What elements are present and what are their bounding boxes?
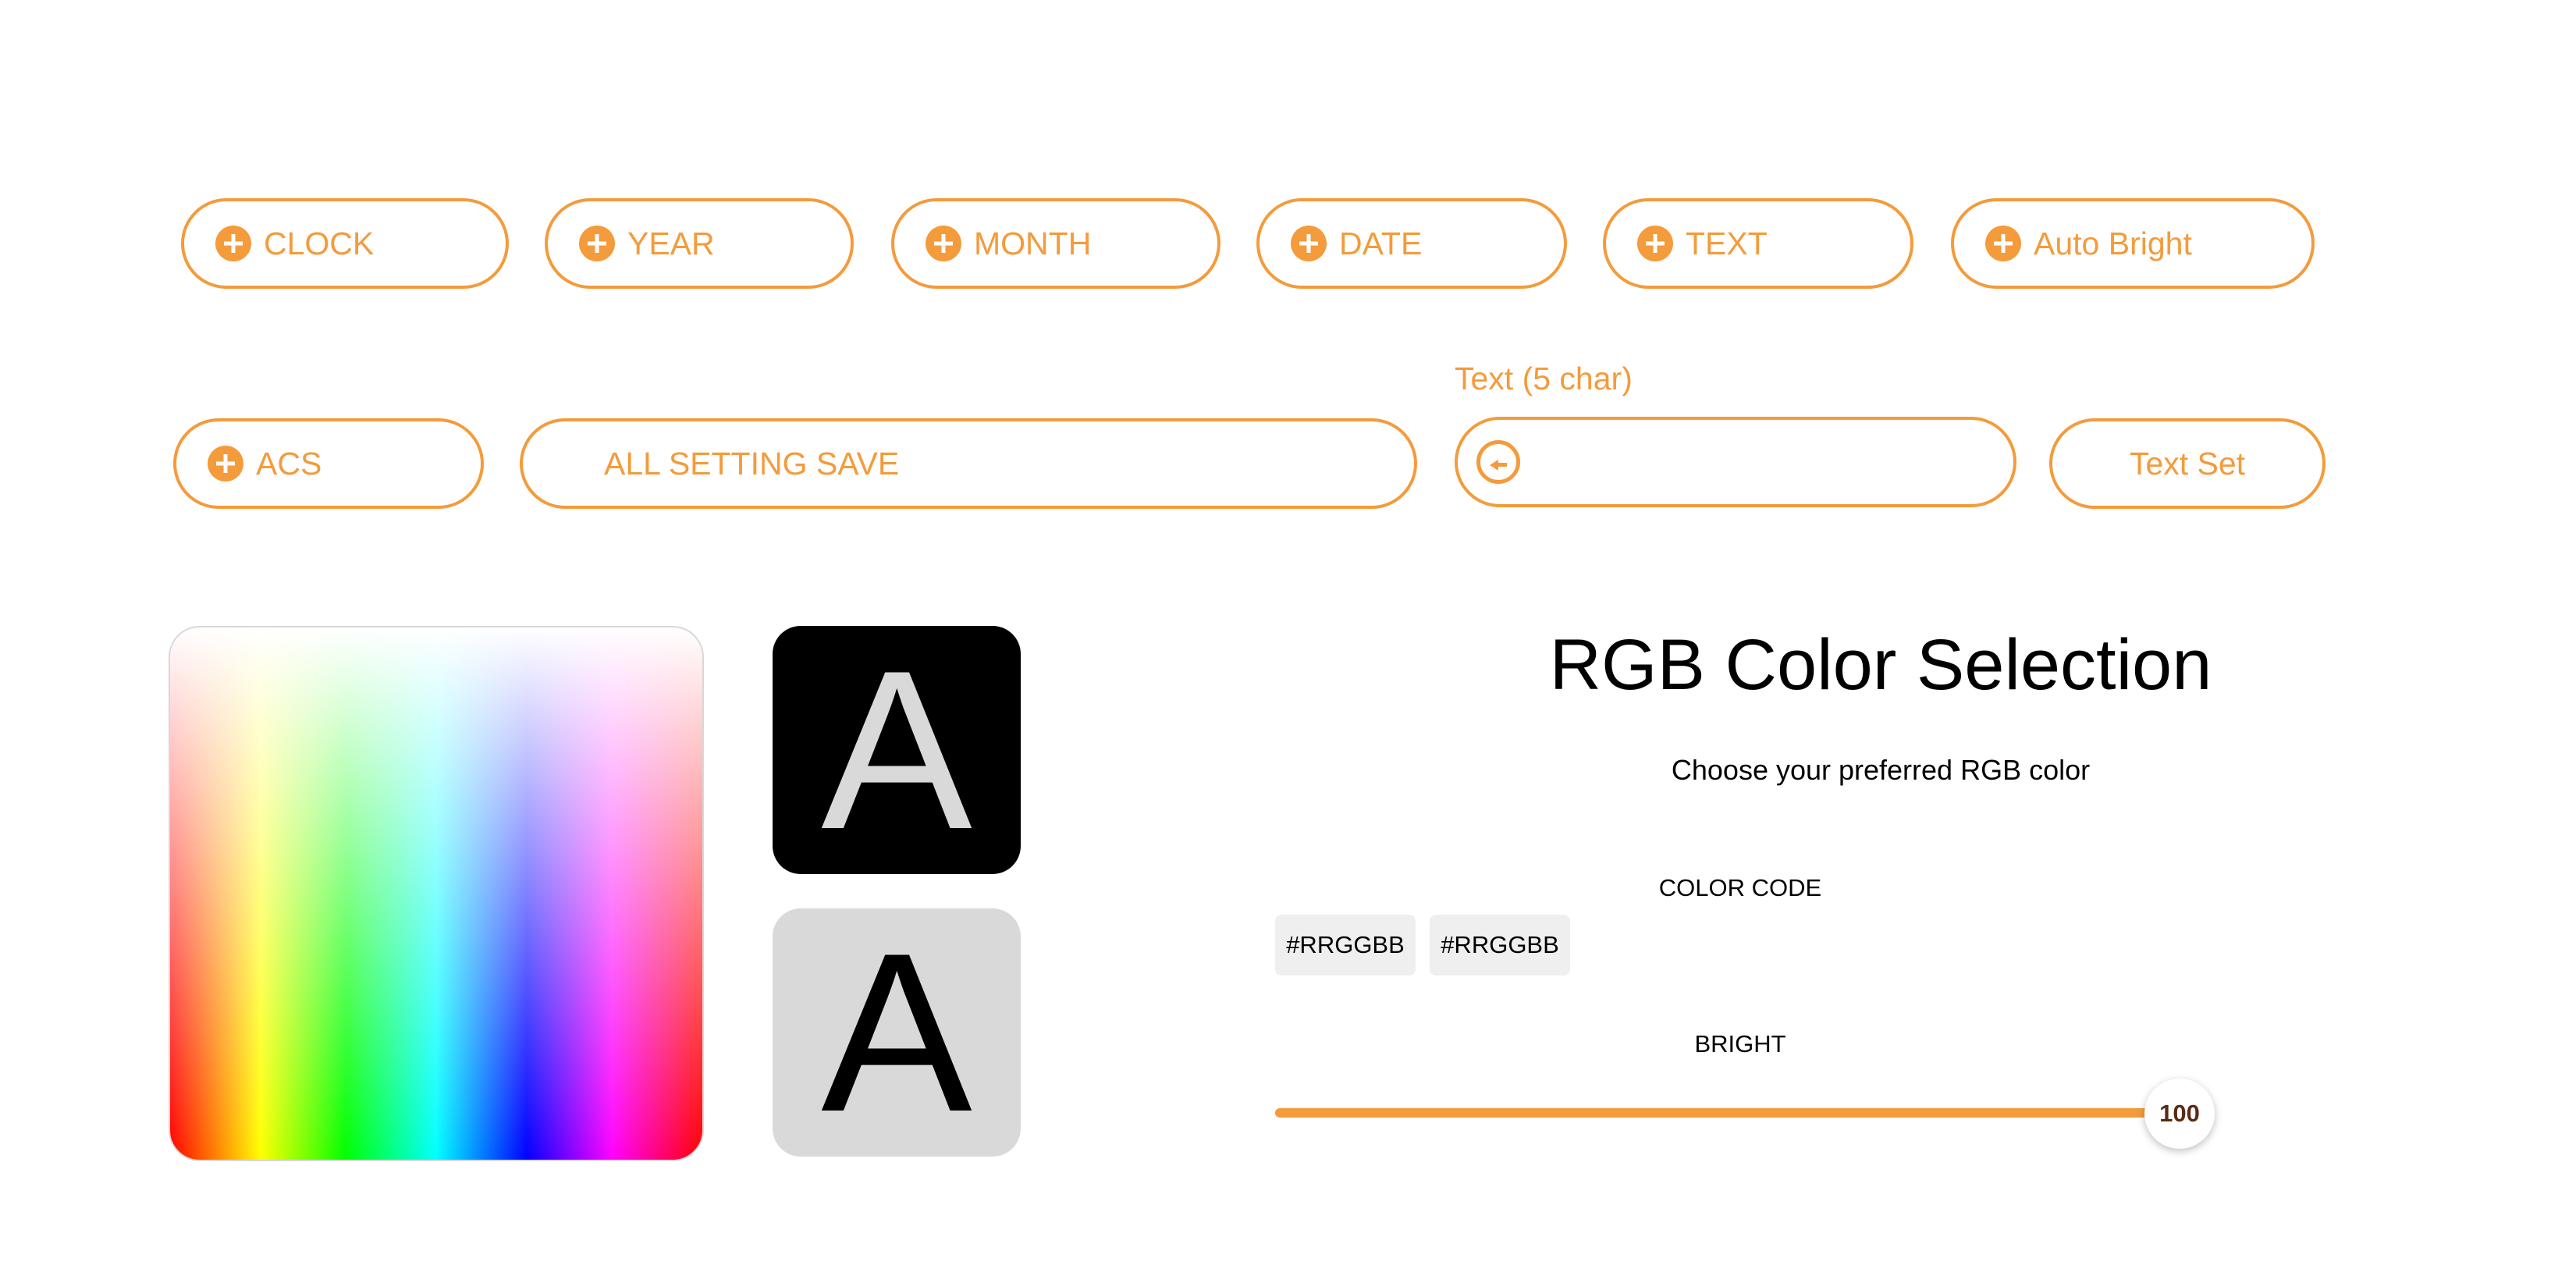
year-button[interactable]: YEAR xyxy=(545,198,854,289)
plus-circle-icon xyxy=(1637,226,1673,261)
plus-circle-icon xyxy=(215,226,251,261)
preview-light-letter: A xyxy=(821,906,972,1159)
bright-label: BRIGHT xyxy=(1694,1030,1786,1057)
bright-slider-thumb[interactable]: 100 xyxy=(2144,1079,2215,1149)
text-button[interactable]: TEXT xyxy=(1603,198,1913,289)
acs-button[interactable]: ACS xyxy=(173,418,484,509)
text-field-label: Text (5 char) xyxy=(1455,361,1633,396)
arrow-left-circle-icon[interactable] xyxy=(1476,440,1520,484)
plus-circle-icon xyxy=(1985,226,2021,261)
bright-slider-track[interactable] xyxy=(1275,1108,2180,1118)
bright-value: 100 xyxy=(2159,1100,2200,1127)
plus-circle-icon xyxy=(1291,226,1327,261)
date-button[interactable]: DATE xyxy=(1256,198,1567,289)
auto-bright-button[interactable]: Auto Bright xyxy=(1951,198,2315,289)
rgb-subtitle: Choose your preferred RGB color xyxy=(1671,754,2091,786)
month-button-label: MONTH xyxy=(974,225,1092,261)
auto-bright-button-label: Auto Bright xyxy=(2034,225,2192,261)
acs-button-label: ACS xyxy=(256,445,322,482)
plus-circle-icon xyxy=(208,446,243,482)
date-button-label: DATE xyxy=(1339,225,1423,261)
all-setting-save-label: ALL SETTING SAVE xyxy=(604,445,900,482)
color-palette[interactable] xyxy=(169,626,704,1161)
preview-dark-letter: A xyxy=(821,624,972,876)
rgb-title: RGB Color Selection xyxy=(1549,625,2212,705)
text-set-label: Text Set xyxy=(2129,445,2246,482)
plus-circle-icon xyxy=(926,226,961,261)
app-root: CLOCK YEAR MONTH DATE TEXT Auto Bright A… xyxy=(0,0,2576,1283)
month-button[interactable]: MONTH xyxy=(891,198,1220,289)
text-input[interactable] xyxy=(1520,420,2013,504)
color-code-label: COLOR CODE xyxy=(1658,874,1822,901)
text-button-label: TEXT xyxy=(1686,225,1768,261)
color-code-chip-2[interactable]: #RRGGBB xyxy=(1430,915,1570,976)
preview-dark-swatch[interactable]: A xyxy=(773,626,1021,874)
plus-circle-icon xyxy=(579,226,615,261)
year-button-label: YEAR xyxy=(627,225,715,261)
clock-button-label: CLOCK xyxy=(264,225,375,261)
clock-button[interactable]: CLOCK xyxy=(181,198,509,289)
all-setting-save-button[interactable]: ALL SETTING SAVE xyxy=(520,418,1417,509)
text-field[interactable] xyxy=(1455,417,2016,507)
preview-light-swatch[interactable]: A xyxy=(773,908,1021,1157)
color-code-chip-1[interactable]: #RRGGBB xyxy=(1275,915,1416,976)
text-set-button[interactable]: Text Set xyxy=(2049,418,2326,509)
